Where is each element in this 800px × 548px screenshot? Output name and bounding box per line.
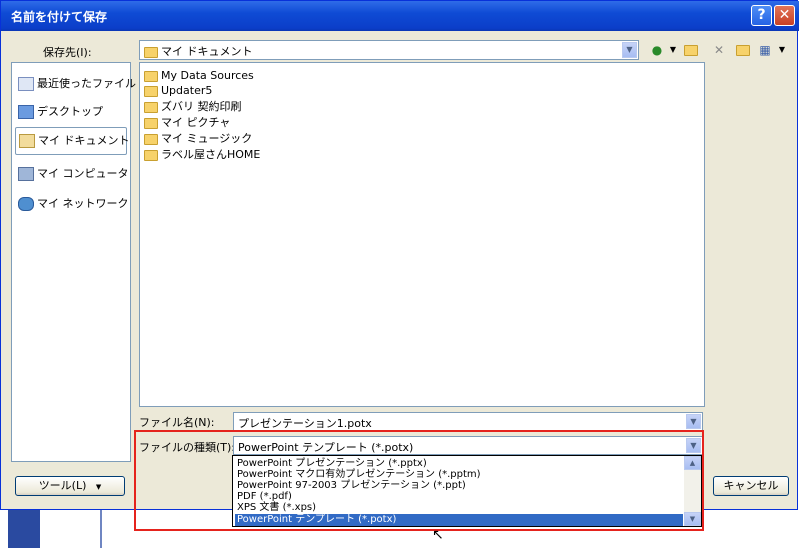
chevron-down-icon[interactable]: ▼ bbox=[686, 438, 701, 453]
list-item[interactable]: Updater5 bbox=[144, 83, 212, 98]
title-bar: 名前を付けて保存 ? ✕ bbox=[1, 1, 799, 31]
help-button[interactable]: ? bbox=[751, 5, 772, 26]
mouse-cursor-icon: ↖ bbox=[432, 527, 444, 543]
save-in-value: マイ ドキュメント bbox=[161, 45, 253, 58]
desktop-icon bbox=[18, 105, 34, 119]
place-label: マイ ネットワーク bbox=[37, 197, 129, 210]
close-button[interactable]: ✕ bbox=[774, 5, 795, 26]
save-in-combo[interactable]: マイ ドキュメント ▼ bbox=[139, 40, 639, 60]
folder-icon bbox=[144, 46, 158, 58]
save-as-dialog: 名前を付けて保存 ? ✕ 保存先(I): マイ ドキュメント ▼ ● ▼ ✕ ▦… bbox=[0, 0, 799, 510]
places-bar: 最近使ったファイル デスクトップ マイ ドキュメント マイ コンピュータ マイ … bbox=[11, 62, 136, 462]
folder-icon bbox=[144, 85, 158, 97]
place-my-computer[interactable]: マイ コンピュータ bbox=[15, 161, 129, 187]
folder-icon bbox=[144, 70, 158, 82]
place-label: 最近使ったファイル bbox=[37, 77, 136, 90]
filetype-value: PowerPoint テンプレート (*.potx) bbox=[238, 441, 414, 454]
list-item[interactable]: マイ ミュージック bbox=[144, 131, 252, 146]
chevron-down-icon: ▼ bbox=[95, 483, 102, 491]
filename-value: プレゼンテーション1.potx bbox=[238, 417, 372, 430]
filetype-select[interactable]: PowerPoint テンプレート (*.potx) ▼ bbox=[233, 436, 703, 455]
background-divider bbox=[100, 510, 102, 548]
up-folder-icon[interactable] bbox=[683, 42, 699, 58]
place-label: デスクトップ bbox=[37, 105, 103, 118]
place-desktop[interactable]: デスクトップ bbox=[15, 99, 127, 125]
tools-button[interactable]: ツール(L) ▼ bbox=[15, 476, 125, 496]
views-icon[interactable]: ▦ bbox=[757, 42, 773, 58]
new-folder-icon[interactable] bbox=[735, 42, 751, 58]
network-icon bbox=[18, 197, 34, 211]
folder-icon bbox=[144, 117, 158, 129]
window-title: 名前を付けて保存 bbox=[11, 10, 108, 24]
folder-icon bbox=[144, 149, 158, 161]
tools-button-label: ツール(L) bbox=[38, 479, 87, 492]
list-item[interactable]: XPS 文書 (*.xps) bbox=[235, 502, 683, 514]
chevron-down-icon[interactable]: ▼ bbox=[622, 42, 637, 58]
place-my-documents[interactable]: マイ ドキュメント bbox=[15, 127, 130, 155]
views-dropdown-icon[interactable]: ▼ bbox=[774, 42, 790, 58]
documents-icon bbox=[19, 134, 35, 148]
list-item[interactable]: My Data Sources bbox=[144, 68, 254, 83]
back-icon[interactable]: ● bbox=[649, 42, 665, 58]
filename-input[interactable]: プレゼンテーション1.potx ▼ bbox=[233, 412, 703, 431]
recent-icon bbox=[18, 77, 34, 91]
file-list: My Data Sources Updater5 ズバリ 契約印刷 マイ ピクチ… bbox=[139, 62, 705, 407]
chevron-down-icon[interactable]: ▼ bbox=[686, 414, 701, 429]
scroll-up-icon[interactable]: ▲ bbox=[684, 456, 701, 470]
delete-icon[interactable]: ✕ bbox=[711, 42, 727, 58]
save-in-label: 保存先(I): bbox=[43, 46, 92, 59]
list-item[interactable]: マイ ピクチャ bbox=[144, 115, 230, 130]
computer-icon bbox=[18, 167, 34, 181]
list-item[interactable]: ズバリ 契約印刷 bbox=[144, 99, 242, 114]
scroll-down-icon[interactable]: ▼ bbox=[684, 512, 701, 526]
folder-icon bbox=[144, 133, 158, 145]
folder-icon bbox=[144, 101, 158, 113]
scrollbar[interactable]: ▲ ▼ bbox=[684, 456, 701, 526]
filetype-dropdown-list: PowerPoint プレゼンテーション (*.pptx) PowerPoint… bbox=[232, 455, 702, 527]
place-my-network[interactable]: マイ ネットワーク bbox=[15, 191, 129, 217]
place-label: マイ コンピュータ bbox=[37, 167, 129, 180]
place-label: マイ ドキュメント bbox=[38, 134, 130, 147]
back-dropdown-icon[interactable]: ▼ bbox=[665, 42, 681, 58]
list-item-selected[interactable]: PowerPoint テンプレート (*.potx) bbox=[235, 514, 683, 526]
place-recent[interactable]: 最近使ったファイル bbox=[15, 71, 136, 97]
filetype-label: ファイルの種類(T): bbox=[139, 441, 236, 454]
background-window bbox=[8, 510, 40, 548]
cancel-button[interactable]: キャンセル bbox=[713, 476, 789, 496]
filename-label: ファイル名(N): bbox=[139, 416, 215, 429]
list-item[interactable]: ラベル屋さんHOME bbox=[144, 147, 260, 162]
